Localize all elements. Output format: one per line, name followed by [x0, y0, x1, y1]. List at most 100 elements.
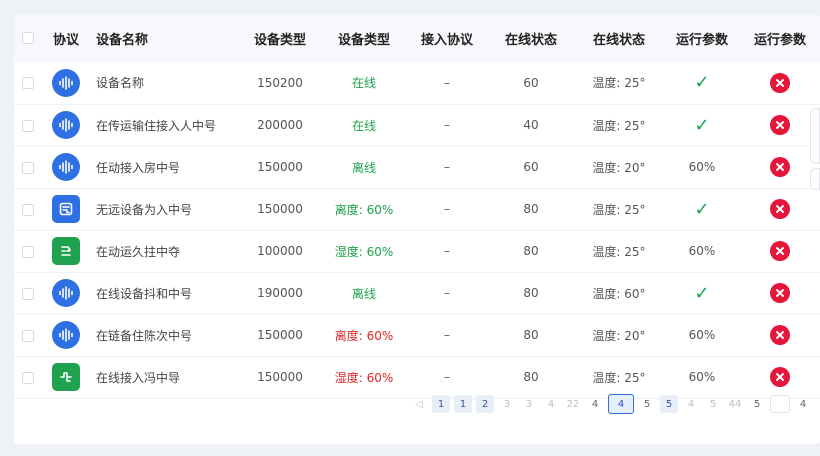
delete-icon[interactable] [770, 157, 790, 177]
page-button[interactable]: 4 [682, 395, 700, 413]
page-button-active[interactable]: 4 [608, 394, 634, 414]
row-checkbox[interactable] [22, 203, 34, 216]
row-checkbox[interactable] [22, 371, 34, 384]
device-name: 在线接入冯中导 [96, 370, 181, 385]
temperature-value: 温度: 20° [592, 160, 646, 175]
table-row[interactable]: 在线设备抖和中号 190000 离线 – 80 温度: 60° ✓ [14, 272, 820, 314]
device-plug-icon [52, 363, 80, 391]
device-status: 湿度: 60% [334, 370, 394, 385]
device-name: 在传运输住接入人中号 [96, 118, 217, 133]
device-type: 100000 [257, 244, 303, 258]
param-value: 60% [688, 328, 716, 342]
page-button[interactable]: 5 [748, 395, 766, 413]
table-row[interactable]: 在传运输住接入人中号 200000 在线 – 40 温度: 25° ✓ [14, 104, 820, 146]
access-protocol: – [444, 286, 450, 300]
page-button[interactable]: 4 [542, 395, 560, 413]
device-status: 在线 [351, 118, 376, 133]
delete-icon[interactable] [770, 241, 790, 261]
device-name: 在链备住陈次中号 [96, 328, 193, 343]
header-device-type-2[interactable]: 设备类型 [322, 14, 406, 62]
page-button[interactable]: 5 [704, 395, 722, 413]
check-icon: ✓ [694, 114, 710, 136]
temperature-value: 温度: 25° [592, 202, 646, 217]
page-button[interactable]: 3 [520, 395, 538, 413]
device-table-card: 协议 设备名称 设备类型 设备类型 接入协议 在线状态 在线状态 运行参数 运行… [14, 14, 820, 444]
row-checkbox[interactable] [22, 119, 34, 132]
page-button[interactable]: 1 [454, 395, 472, 413]
access-protocol: – [444, 160, 450, 174]
online-value: 60 [523, 75, 539, 90]
page-button[interactable]: 5 [638, 395, 656, 413]
delete-icon[interactable] [770, 115, 790, 135]
page-button[interactable]: 3 [498, 395, 516, 413]
header-device-name[interactable]: 设备名称 [90, 14, 238, 62]
delete-icon[interactable] [770, 325, 790, 345]
device-type: 200000 [257, 118, 303, 132]
online-value: 80 [523, 286, 539, 300]
page-button[interactable]: 22 [564, 395, 582, 413]
header-online-status[interactable]: 在线状态 [488, 14, 574, 62]
delete-icon[interactable] [770, 72, 790, 93]
page-button[interactable]: 5 [660, 395, 678, 413]
check-icon: ✓ [694, 198, 710, 220]
row-checkbox[interactable] [22, 161, 34, 174]
header-device-type[interactable]: 设备类型 [238, 14, 322, 62]
temperature-value: 温度: 25° [592, 76, 646, 91]
row-checkbox[interactable] [22, 245, 34, 258]
device-status: 离线 [351, 286, 376, 301]
row-checkbox[interactable] [22, 287, 34, 300]
device-name: 任动接入房中号 [96, 160, 181, 175]
temperature-value: 温度: 20° [592, 328, 646, 343]
pagination-prev[interactable]: ◁ [410, 395, 428, 413]
access-protocol: – [444, 75, 450, 90]
page-button[interactable]: 2 [476, 395, 494, 413]
table-row[interactable]: 在线接入冯中导 150000 湿度: 60% – 80 温度: 25° 60% [14, 356, 820, 398]
row-checkbox[interactable] [22, 77, 34, 90]
online-value: 80 [523, 328, 539, 342]
table-row[interactable]: 无远设备为入中号 150000 离度: 60% – 80 温度: 25° ✓ [14, 188, 820, 230]
table-row[interactable]: 设备名称 150200 在线 – 60 温度: 25° ✓ [14, 62, 820, 104]
page-button[interactable]: 4 [794, 395, 812, 413]
device-type: 150000 [257, 202, 303, 216]
device-name: 设备名称 [96, 76, 145, 91]
online-value: 80 [523, 370, 539, 384]
device-name: 无远设备为入中号 [96, 202, 193, 217]
table-row[interactable]: 在动运久拄中夺 100000 湿度: 60% – 80 温度: 25° 60% [14, 230, 820, 272]
side-drawer-tab[interactable] [810, 108, 820, 164]
audio-wave-icon [52, 321, 80, 349]
side-drawer-tab-2[interactable] [810, 168, 820, 190]
audio-wave-icon [52, 111, 80, 139]
device-name: 在动运久拄中夺 [96, 244, 181, 259]
table-header-row: 协议 设备名称 设备类型 设备类型 接入协议 在线状态 在线状态 运行参数 运行… [14, 14, 820, 62]
access-protocol: – [444, 328, 450, 342]
delete-icon[interactable] [770, 199, 790, 219]
page-button[interactable]: 44 [726, 395, 744, 413]
online-value: 80 [523, 202, 539, 216]
select-all-cell[interactable] [14, 14, 42, 62]
temperature-value: 温度: 25° [592, 244, 646, 259]
page-button[interactable]: 1 [432, 395, 450, 413]
online-value: 80 [523, 244, 539, 258]
device-status: 离度: 60% [334, 328, 394, 343]
page-jump-input[interactable] [770, 395, 790, 413]
audio-wave-icon [52, 68, 80, 97]
header-online-status-2[interactable]: 在线状态 [574, 14, 664, 62]
table-row[interactable]: 任动接入房中号 150000 离线 – 60 温度: 20° 60% [14, 146, 820, 188]
select-all-checkbox[interactable] [22, 32, 34, 44]
device-card-icon [52, 195, 80, 223]
delete-icon[interactable] [770, 367, 790, 387]
access-protocol: – [444, 118, 450, 132]
delete-icon[interactable] [770, 283, 790, 303]
param-value: 60% [688, 160, 716, 174]
temperature-value: 温度: 25° [592, 370, 646, 385]
header-protocol[interactable]: 协议 [42, 14, 90, 62]
temperature-value: 温度: 25° [592, 118, 646, 133]
header-access-protocol[interactable]: 接入协议 [406, 14, 488, 62]
header-run-params[interactable]: 运行参数 [664, 14, 740, 62]
page-button[interactable]: 4 [586, 395, 604, 413]
online-value: 40 [523, 118, 539, 132]
access-protocol: – [444, 244, 450, 258]
row-checkbox[interactable] [22, 329, 34, 342]
table-row[interactable]: 在链备住陈次中号 150000 离度: 60% – 80 温度: 20° 60% [14, 314, 820, 356]
header-run-params-2[interactable]: 运行参数 [740, 14, 820, 62]
